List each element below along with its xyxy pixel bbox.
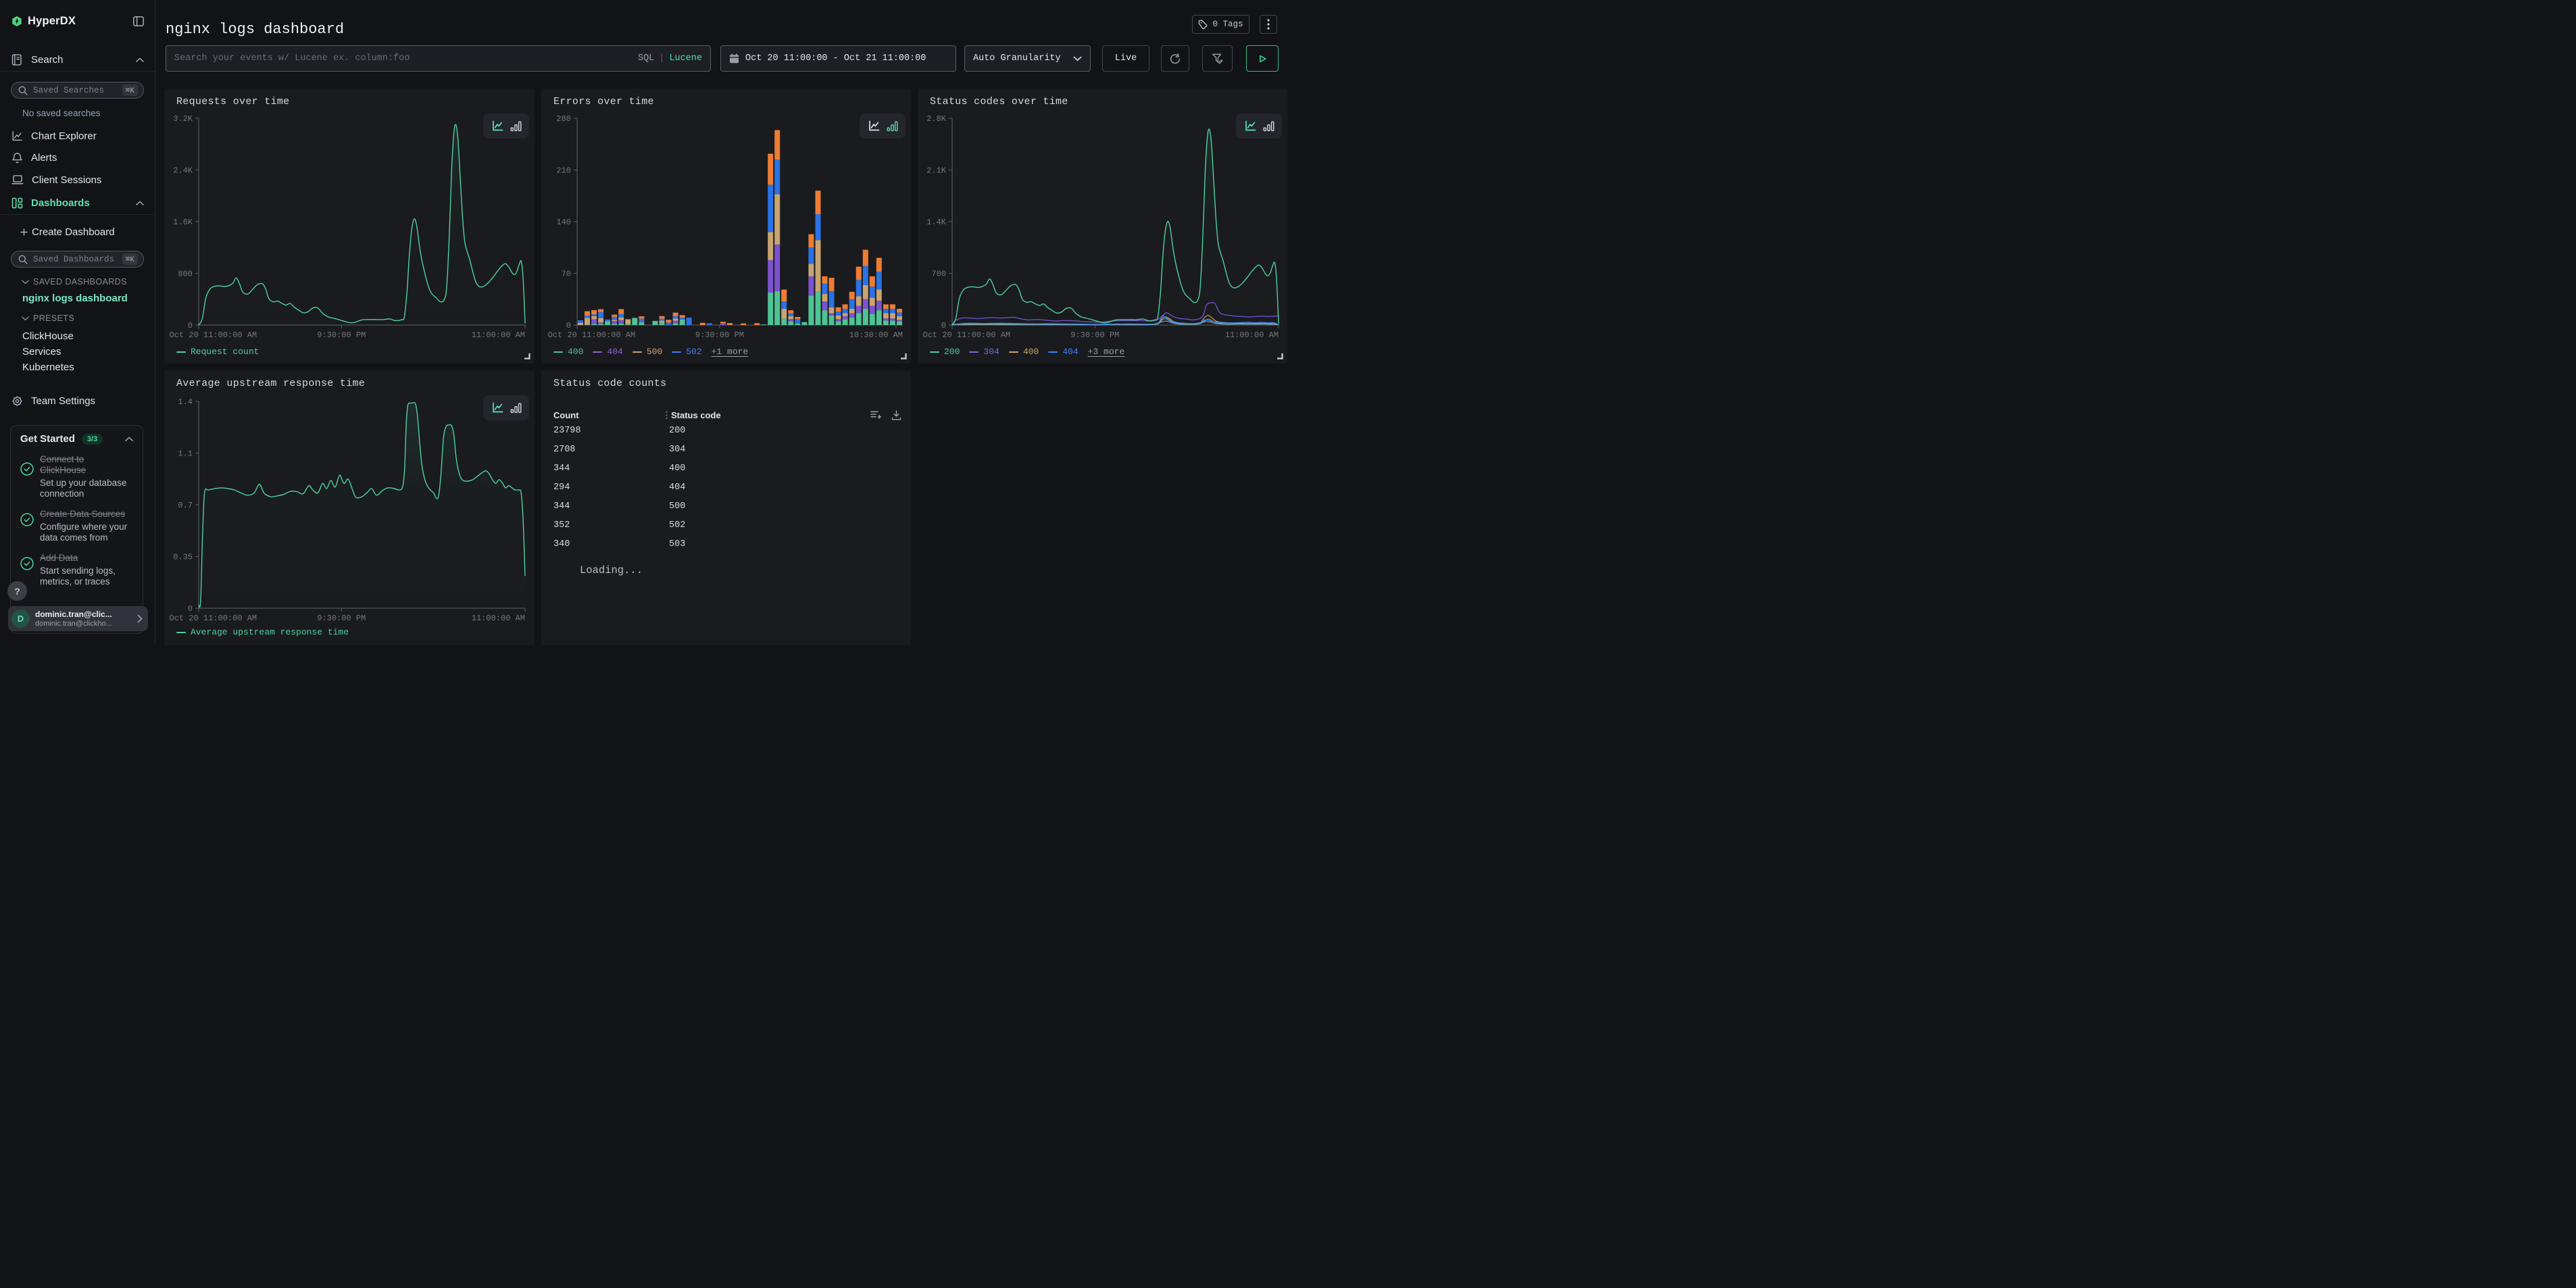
svg-text:Oct 20 11:00:00 AM: Oct 20 11:00:00 AM bbox=[923, 330, 1011, 340]
svg-text:210: 210 bbox=[556, 166, 571, 176]
svg-text:800: 800 bbox=[178, 270, 193, 279]
svg-text:0: 0 bbox=[188, 604, 193, 614]
svg-text:9:30:00 PM: 9:30:00 PM bbox=[317, 330, 366, 340]
svg-text:Oct 20 11:00:00 AM: Oct 20 11:00:00 AM bbox=[170, 614, 257, 623]
svg-text:2.8K: 2.8K bbox=[926, 114, 947, 124]
svg-text:70: 70 bbox=[562, 270, 571, 279]
svg-text:1.4K: 1.4K bbox=[926, 218, 947, 227]
svg-text:9:30:00 PM: 9:30:00 PM bbox=[1070, 330, 1119, 340]
svg-text:10:30:00 AM: 10:30:00 AM bbox=[849, 330, 903, 340]
svg-text:0.7: 0.7 bbox=[178, 501, 193, 510]
svg-text:0.35: 0.35 bbox=[173, 553, 193, 562]
svg-text:11:00:00 AM: 11:00:00 AM bbox=[472, 330, 525, 340]
svg-text:0: 0 bbox=[188, 321, 193, 330]
svg-text:9:30:00 PM: 9:30:00 PM bbox=[317, 614, 366, 623]
svg-text:Oct 20 11:00:00 AM: Oct 20 11:00:00 AM bbox=[170, 330, 257, 340]
svg-text:9:30:00 PM: 9:30:00 PM bbox=[695, 330, 744, 340]
svg-text:1.6K: 1.6K bbox=[173, 218, 193, 227]
svg-text:280: 280 bbox=[556, 114, 571, 124]
svg-text:0: 0 bbox=[566, 321, 571, 330]
svg-text:2.4K: 2.4K bbox=[173, 166, 193, 176]
svg-text:3.2K: 3.2K bbox=[173, 114, 193, 124]
svg-text:700: 700 bbox=[931, 270, 946, 279]
svg-text:1.1: 1.1 bbox=[178, 449, 193, 459]
svg-text:0: 0 bbox=[941, 321, 946, 330]
svg-text:11:00:00 AM: 11:00:00 AM bbox=[1225, 330, 1279, 340]
svg-text:Oct 20 11:00:00 AM: Oct 20 11:00:00 AM bbox=[548, 330, 636, 340]
svg-text:2.1K: 2.1K bbox=[926, 166, 947, 176]
svg-text:1.4: 1.4 bbox=[178, 397, 193, 407]
svg-text:11:00:00 AM: 11:00:00 AM bbox=[472, 614, 525, 623]
svg-text:140: 140 bbox=[556, 218, 571, 227]
